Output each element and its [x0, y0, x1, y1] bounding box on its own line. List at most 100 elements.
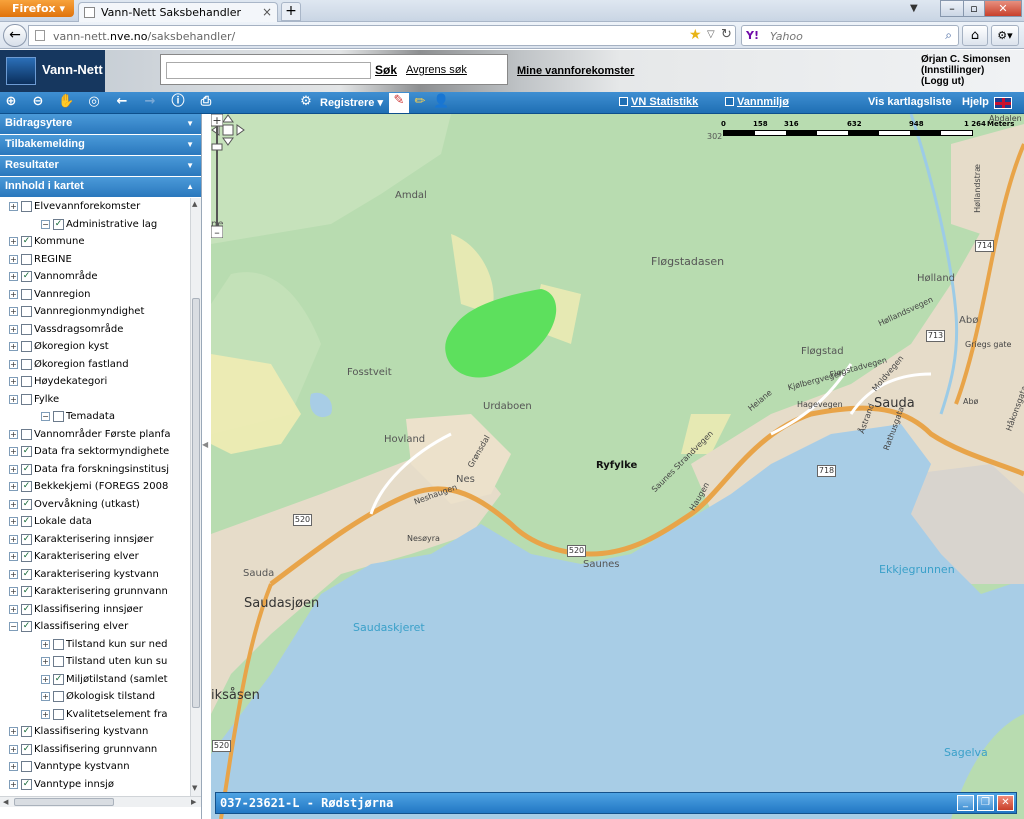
layer-checkbox[interactable]: ✓	[21, 236, 32, 247]
expand-icon[interactable]: +	[9, 534, 18, 544]
scrollbar-thumb[interactable]	[14, 798, 114, 806]
logout-link[interactable]: (Logg ut)	[921, 76, 1010, 87]
layer-tree-item[interactable]: + Kvalitetselement fra	[0, 706, 190, 724]
layer-checkbox[interactable]: ✓	[21, 743, 32, 755]
layer-tree-item[interactable]: + ✓ Vanntype innsjø	[0, 776, 190, 794]
expand-icon[interactable]: +	[9, 604, 18, 614]
window-minimize-button[interactable]: –	[940, 0, 964, 17]
layer-tree-item[interactable]: + ✓ Miljøtilstand (samlet	[0, 671, 190, 689]
layer-checkbox[interactable]: ✓	[53, 218, 64, 230]
expand-icon[interactable]: +	[9, 394, 18, 404]
expand-icon[interactable]: +	[41, 709, 50, 719]
firefox-menu-button[interactable]: Firefox ▾	[0, 0, 74, 17]
layer-checkbox[interactable]: ✓	[21, 533, 32, 545]
select-tool-icon[interactable]: ✎	[389, 93, 409, 113]
layer-tree-item[interactable]: + ✓ Lokale data	[0, 513, 190, 531]
expand-icon[interactable]: +	[9, 464, 18, 474]
url-bar[interactable]: vann-nett.nve.no/saksbehandler/ ★ ▽ ↻	[28, 25, 736, 46]
layer-checkbox[interactable]	[21, 358, 32, 370]
vn-statistikk-link[interactable]: VN Statistikk	[631, 96, 698, 108]
expand-icon[interactable]: +	[9, 587, 18, 596]
vann-nett-logo[interactable]: Vann-Nett	[0, 50, 105, 92]
help-link[interactable]: Hjelp	[962, 96, 989, 108]
layer-checkbox[interactable]	[21, 253, 32, 265]
layer-list-button[interactable]: Vis kartlagsliste	[868, 96, 952, 108]
layer-tree-item[interactable]: + ✓ Karakterisering elver	[0, 548, 190, 566]
expand-icon[interactable]: +	[9, 569, 18, 579]
layer-tree-item[interactable]: + Økoregion fastland	[0, 356, 190, 374]
close-icon[interactable]: ✕	[997, 795, 1014, 811]
panel-innhold-i-kartet[interactable]: Innhold i kartet ▲	[0, 177, 201, 197]
panel-resultater[interactable]: Resultater ▼	[0, 156, 201, 176]
tab-close-icon[interactable]: ×	[262, 5, 272, 19]
scroll-left-icon[interactable]: ◀	[3, 798, 8, 806]
layer-tree-item[interactable]: + REGINE	[0, 251, 190, 269]
layer-checkbox[interactable]: ✓	[21, 551, 32, 562]
expand-icon[interactable]: +	[9, 499, 18, 509]
info-window[interactable]: 037-23621-L - Rødstjørna _ ❐ ✕	[215, 792, 1017, 814]
layer-tree-item[interactable]: + ✓ Data fra forskningsinstitusj	[0, 461, 190, 479]
expand-icon[interactable]: +	[41, 692, 50, 701]
zoom-in-icon[interactable]: ⊕	[3, 94, 19, 110]
register-icon[interactable]: ⚙	[298, 94, 314, 110]
layer-tree-item[interactable]: + Tilstand uten kun su	[0, 653, 190, 671]
layer-checkbox[interactable]: ✓	[21, 726, 32, 737]
url-history-dropdown-icon[interactable]: ▽	[707, 29, 715, 40]
layer-tree-item[interactable]: + ✓ Bekkekjemi (FOREGS 2008	[0, 478, 190, 496]
home-button[interactable]: ⌂	[962, 25, 988, 46]
expand-icon[interactable]: +	[9, 762, 18, 771]
layer-tree-item[interactable]: + Økologisk tilstand	[0, 688, 190, 706]
layer-tree-item[interactable]: + ✓ Klassifisering grunnvann	[0, 741, 190, 759]
browser-tab[interactable]: Vann-Nett Saksbehandler ×	[78, 2, 278, 22]
layer-checkbox[interactable]	[21, 393, 32, 405]
edit-pencil-icon[interactable]: ✏	[412, 94, 428, 110]
back-button[interactable]: ←	[3, 24, 27, 47]
layer-checkbox[interactable]	[21, 288, 32, 300]
expand-icon[interactable]: +	[9, 307, 18, 316]
previous-extent-icon[interactable]: ←	[114, 94, 130, 110]
layer-tree-item[interactable]: − ✓ Klassifisering elver	[0, 618, 190, 636]
layer-checkbox[interactable]: ✓	[21, 516, 32, 527]
zoom-slider[interactable]: + –	[211, 114, 223, 238]
layer-checkbox[interactable]	[21, 341, 32, 352]
layer-checkbox[interactable]	[53, 638, 64, 650]
expand-icon[interactable]: +	[41, 639, 50, 649]
info-icon[interactable]: ⓘ	[170, 94, 186, 110]
layer-tree-item[interactable]: + ✓ Karakterisering grunnvann	[0, 583, 190, 601]
window-close-button[interactable]: ✕	[984, 0, 1022, 17]
next-extent-icon[interactable]: →	[142, 94, 158, 110]
expand-icon[interactable]: +	[9, 237, 18, 246]
collapse-icon[interactable]: −	[41, 219, 50, 229]
layer-tree-item[interactable]: + Tilstand kun sur ned	[0, 636, 190, 654]
layer-checkbox[interactable]: ✓	[21, 271, 32, 282]
scroll-down-icon[interactable]: ▼	[192, 784, 197, 792]
expand-icon[interactable]: +	[9, 359, 18, 369]
expand-icon[interactable]: +	[9, 429, 18, 439]
search-bar[interactable]: Y! Yahoo ⌕	[741, 25, 959, 46]
layer-checkbox[interactable]: ✓	[21, 621, 32, 632]
layer-tree-item[interactable]: + Vanntype kystvann	[0, 758, 190, 776]
expand-icon[interactable]: +	[9, 342, 18, 351]
expand-icon[interactable]: +	[9, 552, 18, 561]
expand-icon[interactable]: +	[9, 202, 18, 211]
registrere-menu[interactable]: Registrere ▾	[320, 96, 383, 109]
expand-icon[interactable]: +	[41, 674, 50, 684]
layer-tree-item[interactable]: + ✓ Karakterisering innsjøer	[0, 531, 190, 549]
layer-checkbox[interactable]	[21, 428, 32, 440]
english-flag-icon[interactable]	[994, 97, 1012, 109]
refine-search-link[interactable]: Avgrens søk	[406, 64, 467, 76]
layer-tree-item[interactable]: + Elvevannforekomster	[0, 198, 190, 216]
zoom-out-icon[interactable]: ⊖	[30, 94, 46, 110]
layer-checkbox[interactable]	[53, 411, 64, 422]
layer-checkbox[interactable]	[53, 691, 64, 702]
layer-tree-item[interactable]: + Vannregion	[0, 286, 190, 304]
layer-tree-item[interactable]: + ✓ Karakterisering kystvann	[0, 566, 190, 584]
layer-checkbox[interactable]: ✓	[53, 673, 64, 685]
yahoo-logo-icon[interactable]: Y!	[746, 29, 759, 42]
scroll-right-icon[interactable]: ▶	[191, 798, 196, 806]
new-tab-button[interactable]: +	[281, 2, 301, 21]
add-user-icon[interactable]: 👤	[433, 94, 449, 110]
panel-tilbakemelding[interactable]: Tilbakemelding ▼	[0, 135, 201, 155]
panel-bidragsytere[interactable]: Bidragsytere ▼	[0, 114, 201, 134]
expand-icon[interactable]: +	[9, 517, 18, 526]
